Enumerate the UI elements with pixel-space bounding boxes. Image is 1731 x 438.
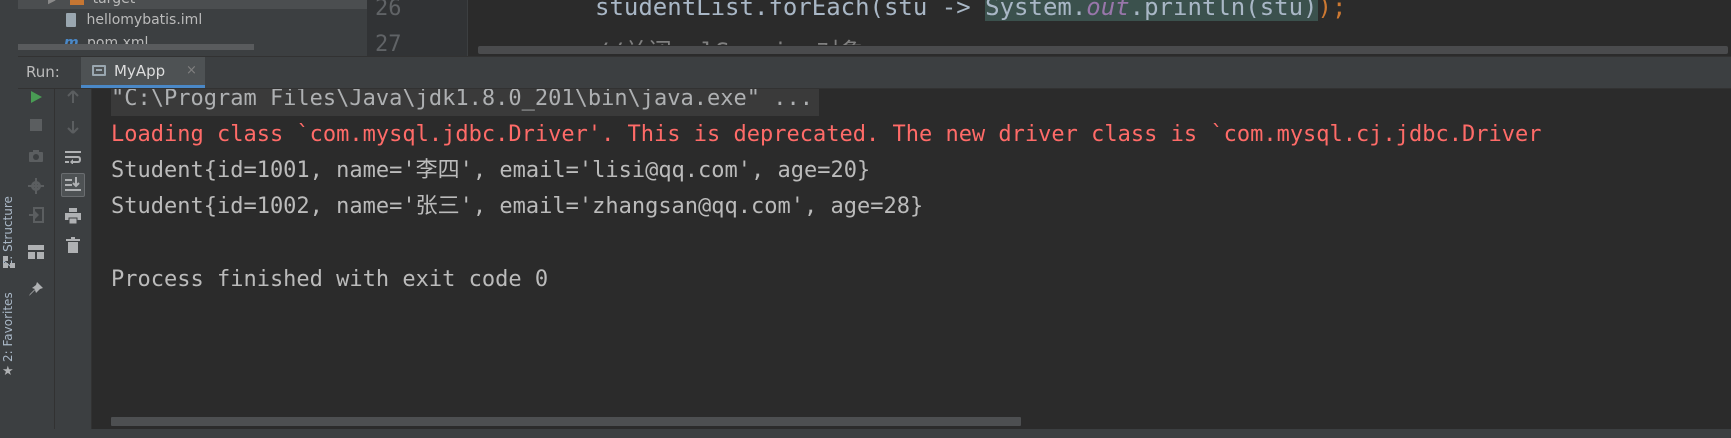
- print-button[interactable]: [61, 204, 85, 228]
- run-tab-myapp[interactable]: MyApp ×: [81, 57, 205, 88]
- tree-item-pom[interactable]: m pom.xml: [64, 32, 148, 54]
- console-output-line: Student{id=1001, name='李四', email='lisi@…: [111, 158, 871, 183]
- console-output[interactable]: "C:\Program Files\Java\jdk1.8.0_201\bin\…: [92, 89, 1731, 417]
- pin-icon: [29, 282, 43, 296]
- scroll-thumb[interactable]: [478, 46, 1728, 54]
- tree-item-iml[interactable]: hellomybatis.iml: [66, 9, 202, 31]
- layout-icon: [28, 245, 44, 259]
- run-label: Run:: [26, 63, 60, 81]
- console-exit-line: Process finished with exit code 0: [111, 267, 549, 292]
- down-arrow-icon: [67, 121, 79, 134]
- close-icon[interactable]: ×: [186, 57, 197, 85]
- console-warning-line: Loading class `com.mysql.jdbc.Driver'. T…: [111, 122, 1542, 147]
- soft-wrap-icon: [65, 151, 81, 164]
- code-semicolon: );: [1317, 0, 1347, 21]
- code-class: System.: [985, 0, 1087, 21]
- scroll-thumb[interactable]: [111, 417, 1021, 426]
- clear-all-button[interactable]: [61, 233, 85, 257]
- login-button[interactable]: [24, 203, 48, 227]
- structure-icon: [3, 253, 15, 268]
- debug-settings-button[interactable]: [24, 174, 48, 198]
- camera-button[interactable]: [24, 144, 48, 168]
- iml-file-icon: [66, 13, 76, 27]
- run-toolbar-primary: [18, 89, 55, 438]
- console-output-line: Student{id=1002, name='张三', email='zhang…: [111, 194, 924, 219]
- run-panel-header: Run: MyApp ×: [18, 56, 1731, 89]
- tree-hscroll-thumb[interactable]: [18, 44, 254, 50]
- debug-settings-icon: [28, 178, 44, 194]
- rerun-icon: [31, 91, 42, 103]
- code-editor[interactable]: studentList.forEach(stu -> System.out.pr…: [468, 0, 1731, 56]
- print-icon: [65, 208, 81, 224]
- pin-button[interactable]: [24, 277, 48, 301]
- tree-item-label: target: [93, 0, 136, 7]
- rerun-button[interactable]: [24, 85, 48, 109]
- bottom-tool-bar: [18, 429, 1731, 438]
- run-toolbar-secondary: [55, 89, 92, 438]
- run-tab-label: MyApp: [114, 62, 166, 80]
- chevron-right-icon[interactable]: ▶: [48, 0, 56, 6]
- editor-hscroll[interactable]: [468, 45, 1731, 56]
- favorites-tab[interactable]: 2: Favorites: [1, 290, 17, 370]
- editor-gutter: 26 27: [367, 0, 468, 56]
- scroll-to-end-button[interactable]: [61, 173, 85, 197]
- folder-icon: [70, 0, 85, 5]
- code-static-field: out: [1086, 0, 1130, 21]
- code-method: .println(stu): [1129, 0, 1318, 21]
- trash-icon: [66, 237, 80, 253]
- code-text: studentList.forEach(stu ->: [595, 0, 986, 21]
- favorites-tab-label: 2: Favorites: [1, 292, 15, 362]
- console-command-line: "C:\Program Files\Java\jdk1.8.0_201\bin\…: [111, 89, 819, 116]
- layout-button[interactable]: [24, 240, 48, 264]
- camera-icon: [29, 150, 43, 162]
- up-button[interactable]: [61, 85, 85, 109]
- star-icon: ★: [2, 364, 14, 379]
- console-window-icon: [92, 65, 106, 76]
- tree-item-label: hellomybatis.iml: [86, 12, 203, 28]
- code-line-26: studentList.forEach(stu -> System.out.pr…: [595, 0, 1346, 21]
- stop-button[interactable]: [24, 113, 48, 137]
- project-tree: ▶ target hellomybatis.iml m pom.xml: [18, 0, 368, 56]
- soft-wrap-button[interactable]: [61, 145, 85, 169]
- login-icon: [29, 207, 44, 223]
- scroll-to-end-icon: [65, 177, 81, 191]
- line-number: 27: [375, 32, 402, 56]
- left-tool-strip: Z: Structure 2: Favorites ★: [0, 0, 19, 438]
- stop-icon: [30, 119, 42, 131]
- down-button[interactable]: [61, 115, 85, 139]
- line-number: 26: [375, 0, 402, 21]
- up-arrow-icon: [67, 90, 79, 103]
